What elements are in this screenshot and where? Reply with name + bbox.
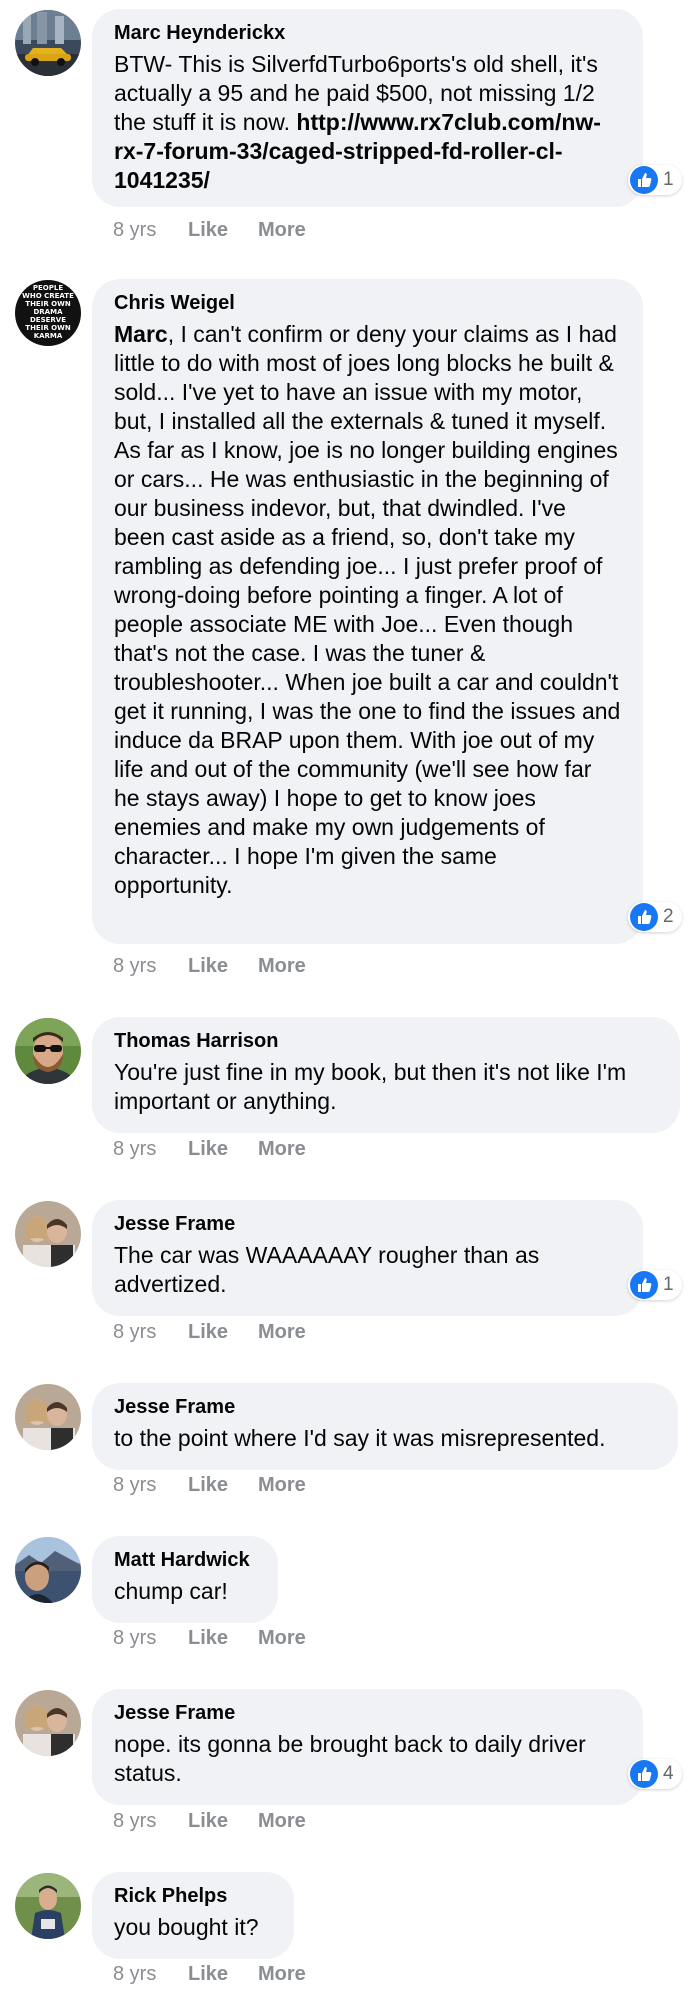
- comment-bubble: Matt Hardwick chump car!: [92, 1536, 278, 1623]
- mention-link[interactable]: Marc: [114, 321, 168, 347]
- comment-actions: 8 yrs Like More: [113, 1138, 306, 1161]
- comment-timestamp[interactable]: 8 yrs: [113, 1321, 188, 1344]
- avatar-outdoor-man-icon: [15, 1873, 81, 1939]
- like-button[interactable]: Like: [188, 1474, 258, 1497]
- more-button[interactable]: More: [258, 1321, 306, 1344]
- svg-text:KARMA: KARMA: [34, 332, 63, 340]
- comment-text: to the point where I'd say it was misrep…: [114, 1425, 606, 1451]
- comment-actions: 8 yrs Like More: [113, 1963, 306, 1986]
- like-button[interactable]: Like: [188, 1138, 258, 1161]
- avatar[interactable]: [15, 1690, 81, 1756]
- comment-bubble: Marc Heynderickx BTW- This is SilverfdTu…: [92, 9, 643, 207]
- like-button[interactable]: Like: [188, 1321, 258, 1344]
- thumbs-up-icon: [630, 1271, 658, 1299]
- avatar[interactable]: [15, 1018, 81, 1084]
- comment-author[interactable]: Jesse Frame: [114, 1395, 656, 1419]
- comment-text: Marc, I can't confirm or deny your claim…: [114, 321, 621, 898]
- more-button[interactable]: More: [258, 955, 306, 978]
- comment-timestamp[interactable]: 8 yrs: [113, 955, 188, 978]
- svg-text:THEIR OWN: THEIR OWN: [25, 324, 71, 332]
- avatar[interactable]: [15, 10, 81, 76]
- comment-actions: 8 yrs Like More: [113, 955, 306, 978]
- svg-text:DRAMA: DRAMA: [33, 308, 63, 316]
- comment-bubble: Jesse Frame nope. its gonna be brought b…: [92, 1689, 643, 1805]
- avatar[interactable]: [15, 1873, 81, 1939]
- comment-text: BTW- This is SilverfdTurbo6ports's old s…: [114, 51, 601, 193]
- like-button[interactable]: Like: [188, 1810, 258, 1833]
- avatar-couple-photo-icon: [15, 1384, 81, 1450]
- comment-bubble: Jesse Frame to the point where I'd say i…: [92, 1383, 678, 1470]
- like-button[interactable]: Like: [188, 1627, 258, 1650]
- comment-timestamp[interactable]: 8 yrs: [113, 1138, 188, 1161]
- more-button[interactable]: More: [258, 1963, 306, 1986]
- comment-text: nope. its gonna be brought back to daily…: [114, 1731, 586, 1786]
- avatar-karma-quote-icon: PEOPLE WHO CREATE THEIR OWN DRAMA DESERV…: [15, 280, 81, 346]
- comment-text: you bought it?: [114, 1914, 259, 1940]
- comment-author[interactable]: Rick Phelps: [114, 1884, 272, 1908]
- avatar-couple-photo-icon: [15, 1201, 81, 1267]
- thumbs-up-icon: [630, 1760, 658, 1788]
- comment-bubble: Jesse Frame The car was WAAAAAAY rougher…: [92, 1200, 643, 1316]
- comment-author[interactable]: Jesse Frame: [114, 1701, 621, 1725]
- avatar[interactable]: [15, 1384, 81, 1450]
- avatar-car-photo-icon: [15, 10, 81, 76]
- comment-author[interactable]: Thomas Harrison: [114, 1029, 658, 1053]
- avatar-couple-photo-icon: [15, 1690, 81, 1756]
- like-button[interactable]: Like: [188, 219, 258, 242]
- comment-bubble: Rick Phelps you bought it?: [92, 1872, 294, 1959]
- avatar-lake-selfie-icon: [15, 1537, 81, 1603]
- comment-timestamp[interactable]: 8 yrs: [113, 1963, 188, 1986]
- like-button[interactable]: Like: [188, 1963, 258, 1986]
- thumbs-up-icon: [630, 166, 658, 194]
- thumbs-up-icon: [630, 903, 658, 931]
- reaction-count[interactable]: 2: [628, 902, 682, 932]
- comment-text: The car was WAAAAAAY rougher than as adv…: [114, 1242, 540, 1297]
- comment-author[interactable]: Matt Hardwick: [114, 1548, 256, 1572]
- comment-timestamp[interactable]: 8 yrs: [113, 1474, 188, 1497]
- reaction-count[interactable]: 1: [628, 165, 682, 195]
- more-button[interactable]: More: [258, 1627, 306, 1650]
- comment-timestamp[interactable]: 8 yrs: [113, 1627, 188, 1650]
- more-button[interactable]: More: [258, 1474, 306, 1497]
- comment-timestamp[interactable]: 8 yrs: [113, 219, 188, 242]
- comment-text: chump car!: [114, 1578, 228, 1604]
- more-button[interactable]: More: [258, 219, 306, 242]
- comment-actions: 8 yrs Like More: [113, 1627, 306, 1650]
- avatar-man-sunglasses-icon: [15, 1018, 81, 1084]
- reaction-count[interactable]: 4: [628, 1759, 682, 1789]
- svg-text:DESERVE: DESERVE: [30, 316, 66, 324]
- svg-text:PEOPLE: PEOPLE: [33, 284, 63, 292]
- comment-actions: 8 yrs Like More: [113, 1321, 306, 1344]
- avatar[interactable]: [15, 1537, 81, 1603]
- avatar[interactable]: [15, 1201, 81, 1267]
- svg-text:THEIR OWN: THEIR OWN: [25, 300, 71, 308]
- more-button[interactable]: More: [258, 1138, 306, 1161]
- comment-actions: 8 yrs Like More: [113, 219, 306, 242]
- like-button[interactable]: Like: [188, 955, 258, 978]
- more-button[interactable]: More: [258, 1810, 306, 1833]
- comment-actions: 8 yrs Like More: [113, 1810, 306, 1833]
- comment-timestamp[interactable]: 8 yrs: [113, 1810, 188, 1833]
- comment-author[interactable]: Marc Heynderickx: [114, 21, 621, 45]
- avatar[interactable]: PEOPLE WHO CREATE THEIR OWN DRAMA DESERV…: [15, 280, 81, 346]
- svg-text:WHO CREATE: WHO CREATE: [22, 292, 74, 300]
- comment-text: You're just fine in my book, but then it…: [114, 1059, 627, 1114]
- comment-author[interactable]: Jesse Frame: [114, 1212, 621, 1236]
- comment-actions: 8 yrs Like More: [113, 1474, 306, 1497]
- comment-bubble: Thomas Harrison You're just fine in my b…: [92, 1017, 680, 1133]
- comment-bubble: Chris Weigel Marc, I can't confirm or de…: [92, 279, 643, 944]
- comment-author[interactable]: Chris Weigel: [114, 291, 621, 315]
- reaction-count[interactable]: 1: [628, 1270, 682, 1300]
